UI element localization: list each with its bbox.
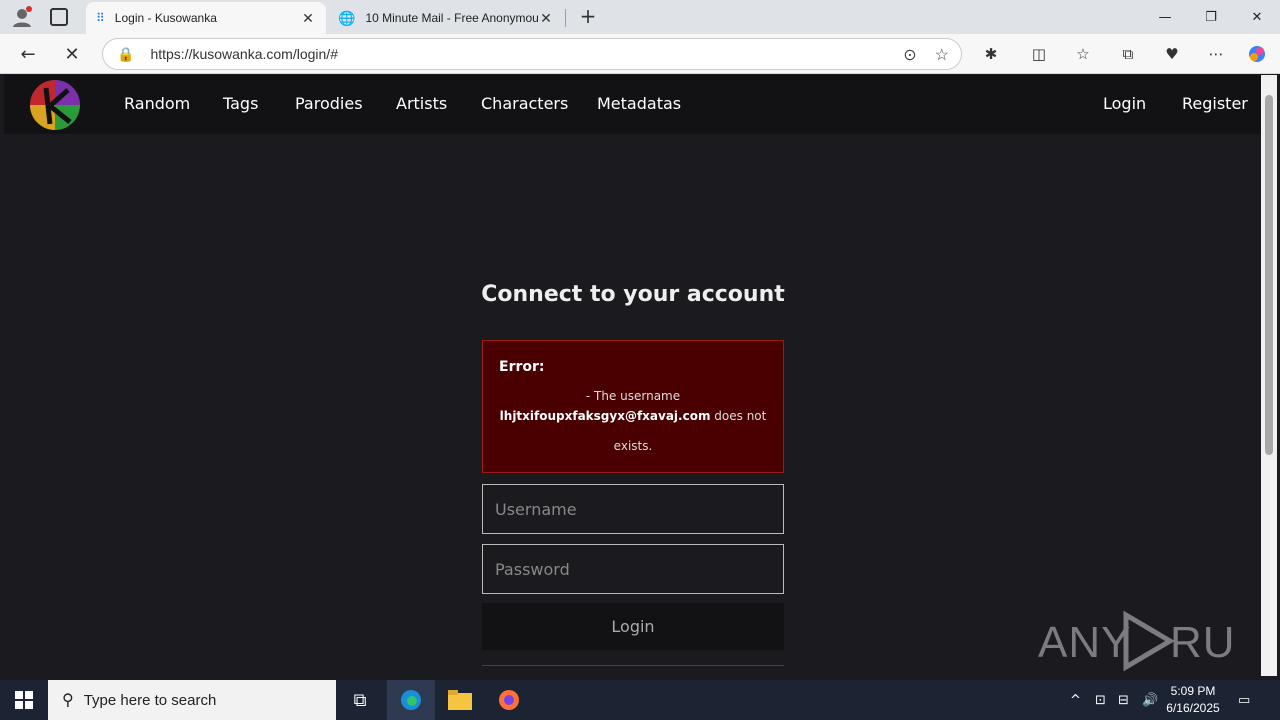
close-window-button[interactable]: ✕ (1234, 0, 1280, 34)
favorites-icon[interactable]: ☆ (1071, 42, 1095, 66)
error-text: - The username (585, 389, 681, 403)
browser-toolbar: ← ✕ 🔒 https://kusowanka.com/login/# ⊙ ☆ … (0, 34, 1280, 74)
password-input[interactable]: Password (482, 544, 784, 594)
loading-icon: ⠿ (96, 11, 105, 25)
edge-taskbar-icon[interactable] (387, 680, 435, 720)
file-explorer-icon[interactable] (436, 680, 484, 720)
form-heading: Connect to your account (481, 282, 785, 307)
search-icon: ⚲ (62, 692, 74, 709)
search-placeholder: Type here to search (83, 691, 217, 709)
tab-10-minute-mail[interactable]: 🌐 10 Minute Mail - Free Anonymous ✕ (328, 2, 564, 34)
site-logo[interactable] (28, 78, 82, 132)
error-text: lhjtxifoupxfaksgyx@fxavaj.com does not (483, 409, 783, 423)
back-button[interactable]: ← (14, 40, 42, 68)
network-icon[interactable]: ⊟ (1118, 680, 1129, 720)
nav-register[interactable]: Register (1182, 94, 1248, 113)
new-tab-button[interactable]: + (577, 5, 599, 27)
split-screen-icon[interactable]: ◫ (1027, 42, 1051, 66)
close-tab-icon[interactable]: ✕ (538, 10, 554, 27)
login-button[interactable]: Login (482, 603, 784, 650)
tray-overflow-icon[interactable]: ^ (1070, 680, 1081, 720)
taskbar-clock[interactable]: 5:09 PM 6/16/2025 (1160, 683, 1226, 717)
tab-title: 10 Minute Mail - Free Anonymous (365, 11, 538, 25)
start-button[interactable] (0, 680, 48, 720)
favorite-star-icon[interactable]: ☆ (935, 45, 949, 65)
taskbar-search[interactable]: ⚲ Type here to search (48, 680, 336, 720)
firefox-icon[interactable] (485, 680, 533, 720)
error-title: Error: (499, 359, 545, 375)
watermark-text-left: ANY (1038, 618, 1131, 667)
error-text: exists. (613, 439, 653, 453)
url-text: https://kusowanka.com/login/# (150, 46, 338, 62)
site-info-icon[interactable]: 🔒 (117, 46, 134, 63)
page-scrollbar[interactable] (1261, 75, 1277, 676)
volume-icon[interactable]: 🔊 (1142, 680, 1158, 720)
nav-metadatas[interactable]: Metadatas (597, 94, 681, 113)
nav-parodies[interactable]: Parodies (295, 94, 363, 113)
stop-loading-button[interactable]: ✕ (58, 40, 86, 68)
site-navbar: Random Tags Parodies Artists Characters … (4, 75, 1261, 134)
collections-icon[interactable]: ⧉ (1116, 42, 1140, 66)
settings-more-icon[interactable]: ⋯ (1204, 42, 1228, 66)
error-username: lhjtxifoupxfaksgyx@fxavaj.com (499, 409, 711, 423)
error-text: does not (710, 409, 767, 423)
meet-now-icon[interactable]: ⊡ (1095, 680, 1106, 720)
windows-taskbar: ⚲ Type here to search ⧉ ^ ⊡ ⊟ 🔊 5:09 PM … (0, 680, 1280, 720)
scroll-thumb[interactable] (1265, 95, 1273, 455)
reader-view-icon[interactable]: ⊙ (903, 45, 916, 65)
nav-random[interactable]: Random (124, 94, 190, 113)
copilot-icon[interactable] (1245, 42, 1269, 66)
divider (482, 665, 784, 666)
notifications-icon[interactable]: ▭ (1238, 680, 1250, 720)
tab-separator (565, 9, 566, 27)
profile-icon[interactable] (10, 5, 34, 29)
clock-date: 6/16/2025 (1166, 701, 1220, 715)
username-input[interactable]: Username (482, 484, 784, 534)
close-tab-icon[interactable]: ✕ (300, 10, 316, 27)
nav-characters[interactable]: Characters (481, 94, 568, 113)
tab-actions-icon[interactable] (50, 8, 68, 26)
extensions-icon[interactable]: ✱ (979, 42, 1003, 66)
browser-essentials-icon[interactable]: ♥ (1160, 42, 1184, 66)
tab-title: Login - Kusowanka (114, 11, 217, 25)
globe-icon: 🌐 (338, 9, 356, 26)
browser-tab-bar: ⠿ Login - Kusowanka ✕ 🌐 10 Minute Mail -… (0, 0, 1280, 34)
minimize-button[interactable]: — (1142, 0, 1188, 34)
tab-kusowanka[interactable]: ⠿ Login - Kusowanka ✕ (86, 2, 326, 34)
watermark-text-right: RUN (1170, 618, 1238, 667)
anyrun-watermark: ANY RUN (1038, 609, 1261, 673)
error-message: Error: - The username lhjtxifoupxfaksgyx… (482, 340, 784, 473)
nav-tags[interactable]: Tags (223, 94, 258, 113)
restore-button[interactable]: ❐ (1188, 0, 1234, 34)
address-bar[interactable]: 🔒 https://kusowanka.com/login/# ⊙ ☆ (102, 38, 962, 70)
nav-login[interactable]: Login (1103, 94, 1146, 113)
clock-time: 5:09 PM (1170, 684, 1216, 698)
nav-artists[interactable]: Artists (396, 94, 447, 113)
web-page: Random Tags Parodies Artists Characters … (4, 75, 1261, 676)
task-view-icon[interactable]: ⧉ (336, 680, 384, 720)
